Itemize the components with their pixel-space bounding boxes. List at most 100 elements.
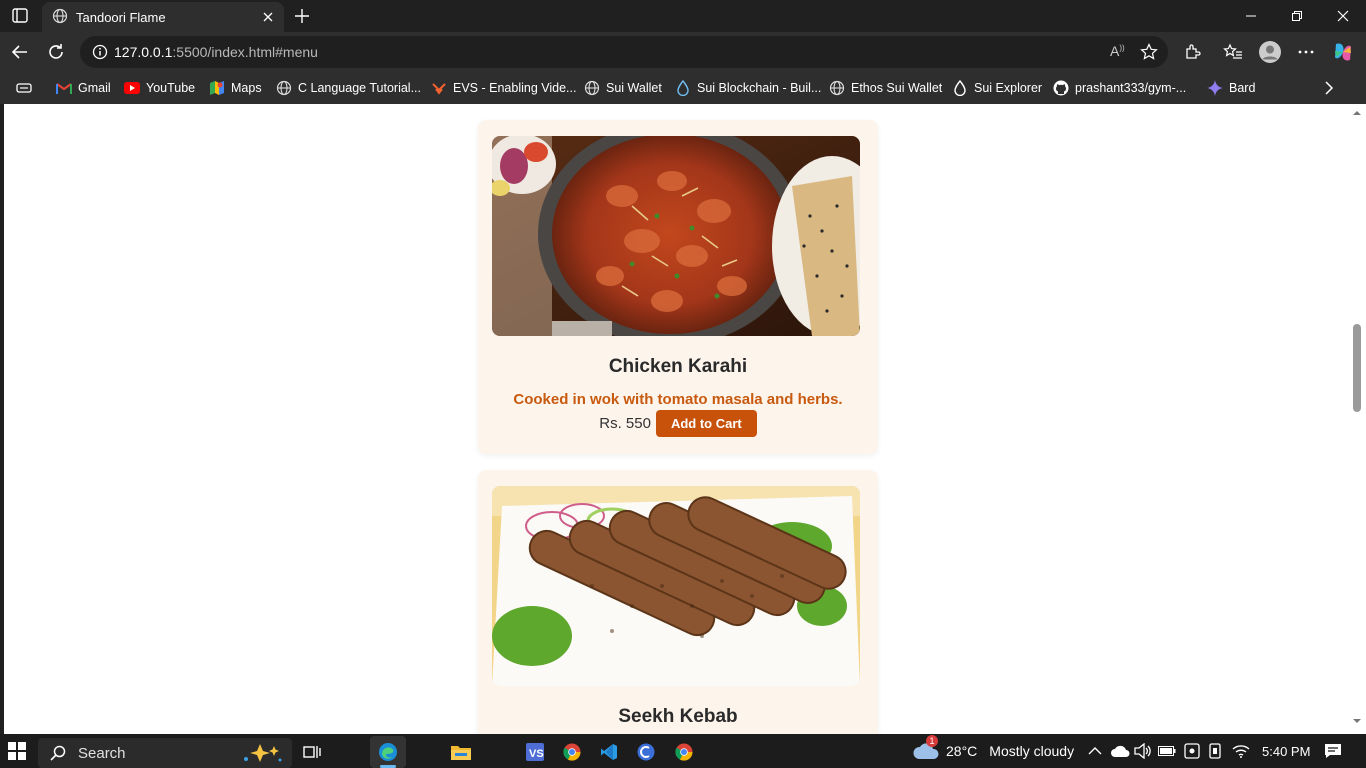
url-text: 127.0.0.1:5500/index.html#menu (114, 44, 318, 60)
globe-icon (584, 80, 600, 96)
search-icon (50, 745, 66, 761)
apps-icon[interactable] (16, 79, 32, 97)
new-tab-button[interactable] (290, 4, 314, 28)
weather-badge: 1 (926, 735, 938, 747)
bookmark-label: Ethos Sui Wallet (851, 81, 943, 95)
bookmark-maps[interactable]: Maps (209, 79, 262, 97)
notification-settings-icon[interactable] (1184, 734, 1200, 768)
page-viewport: Chicken Karahi Cooked in wok with tomato… (4, 104, 1348, 734)
globe-icon (276, 80, 292, 96)
wifi-icon[interactable] (1232, 734, 1250, 768)
favorite-star-icon[interactable] (1140, 43, 1158, 61)
bookmark-ethos-sui-wallet[interactable]: Ethos Sui Wallet (829, 79, 942, 97)
read-aloud-icon[interactable]: A)) (1110, 43, 1125, 59)
extensions-icon[interactable] (1181, 40, 1205, 64)
bookmark-label: Bard (1229, 81, 1256, 95)
evs-icon (431, 80, 447, 96)
tablet-mode-icon[interactable] (1208, 734, 1222, 768)
restore-button[interactable] (1274, 0, 1320, 32)
task-view-icon[interactable] (294, 736, 330, 768)
bard-icon (1207, 80, 1223, 96)
taskbar-search-box[interactable]: Search (38, 738, 292, 768)
bookmark-label: Sui Wallet (606, 81, 662, 95)
bookmark-youtube[interactable]: YouTube (124, 79, 195, 97)
menu-item-price: Rs. 550 (599, 415, 651, 432)
menu-card: Seekh Kebab (478, 470, 878, 734)
copilot-icon[interactable] (1331, 40, 1355, 64)
address-bar[interactable]: 127.0.0.1:5500/index.html#menu A)) (80, 36, 1168, 68)
maps-icon (209, 80, 225, 96)
svg-text:VS: VS (529, 748, 544, 760)
chicken-karahi-image (492, 136, 860, 336)
bookmark-sui-explorer[interactable]: Sui Explorer (952, 79, 1042, 97)
browser-toolbar: 127.0.0.1:5500/index.html#menu A)) (0, 32, 1366, 72)
weather-widget[interactable]: 1 28°C Mostly cloudy (912, 734, 1074, 768)
bookmark-label: YouTube (146, 81, 196, 95)
clock-time[interactable]: 5:40 PM (1262, 734, 1310, 768)
edge-taskbar-icon[interactable] (370, 736, 406, 768)
bookmarks-bar: Gmail YouTube Maps C Language Tutorial..… (0, 72, 1366, 104)
profile-avatar-icon[interactable] (1258, 40, 1282, 64)
youtube-icon (124, 80, 140, 96)
seekh-kebab-image (492, 486, 860, 686)
chrome-canary-icon[interactable] (628, 736, 664, 768)
bookmark-c-language[interactable]: C Language Tutorial... (276, 79, 421, 97)
bookmark-label: Maps (231, 81, 262, 95)
tab-title: Tandoori Flame (76, 9, 166, 25)
bookmark-evs[interactable]: EVS - Enabling Vide... (431, 79, 576, 97)
page-scrollbar[interactable] (1348, 104, 1366, 734)
gmail-icon (56, 80, 72, 96)
favorites-icon[interactable] (1221, 40, 1245, 64)
bookmark-label: Gmail (78, 81, 111, 95)
bookmark-sui-blockchain[interactable]: Sui Blockchain - Buil... (675, 79, 821, 97)
menu-card: Chicken Karahi Cooked in wok with tomato… (478, 120, 878, 454)
windows-taskbar: Search VS 1 28°C Mostly cloudy 5:40 PM (0, 734, 1366, 768)
weather-temperature: 28°C (946, 743, 978, 759)
bookmark-label: Sui Explorer (974, 81, 1043, 95)
scroll-up-arrow-icon[interactable] (1352, 110, 1362, 116)
refresh-button[interactable] (42, 38, 70, 66)
vscode-icon[interactable] (591, 736, 627, 768)
chrome-profile-icon[interactable] (666, 736, 702, 768)
browser-tab[interactable]: Tandoori Flame (42, 2, 284, 32)
add-to-cart-button[interactable]: Add to Cart (655, 410, 757, 437)
globe-icon (52, 8, 68, 27)
visual-studio-icon[interactable]: VS (517, 736, 553, 768)
bookmarks-overflow-chevron-icon[interactable] (1324, 79, 1334, 97)
bookmark-label: Sui Blockchain - Buil... (697, 81, 822, 95)
tab-actions-icon[interactable] (8, 6, 32, 26)
minimize-button[interactable] (1228, 0, 1274, 32)
bookmark-gmail[interactable]: Gmail (56, 79, 111, 97)
scroll-thumb[interactable] (1353, 324, 1361, 412)
sui-drop-icon (675, 80, 691, 96)
menu-item-name: Chicken Karahi (608, 356, 748, 377)
github-icon (1053, 80, 1069, 96)
bookmark-label: EVS - Enabling Vide... (453, 81, 577, 95)
notifications-icon[interactable] (1324, 734, 1342, 768)
windows-start-icon[interactable] (8, 742, 28, 762)
bookmark-sui-wallet[interactable]: Sui Wallet (584, 79, 662, 97)
show-hidden-icons-chevron-icon[interactable] (1088, 734, 1102, 768)
battery-icon[interactable] (1158, 734, 1176, 768)
site-info-icon[interactable] (92, 44, 108, 60)
bookmark-bard[interactable]: Bard (1207, 79, 1255, 97)
cloud-weather-icon: 1 (912, 735, 940, 761)
bookmark-label: C Language Tutorial... (298, 81, 421, 95)
menu-item-buy-row: Rs. 550 Add to Cart (478, 410, 878, 437)
menu-item-name: Seekh Kebab (618, 706, 738, 727)
bookmark-github-gym[interactable]: prashant333/gym-... (1053, 79, 1186, 97)
more-menu-icon[interactable] (1294, 40, 1318, 64)
scroll-down-arrow-icon[interactable] (1352, 718, 1362, 724)
file-explorer-icon[interactable] (443, 736, 479, 768)
weather-condition: Mostly cloudy (989, 743, 1075, 759)
back-button[interactable] (6, 38, 34, 66)
search-highlight-sparkle-icon (238, 742, 284, 767)
chrome-icon[interactable] (554, 736, 590, 768)
close-window-button[interactable] (1320, 0, 1366, 32)
menu-item-description: Cooked in wok with tomato masala and her… (513, 391, 843, 408)
close-tab-icon[interactable] (258, 7, 278, 27)
onedrive-cloud-icon[interactable] (1110, 734, 1130, 768)
globe-icon (829, 80, 845, 96)
volume-icon[interactable] (1134, 734, 1152, 768)
search-placeholder: Search (78, 744, 126, 762)
